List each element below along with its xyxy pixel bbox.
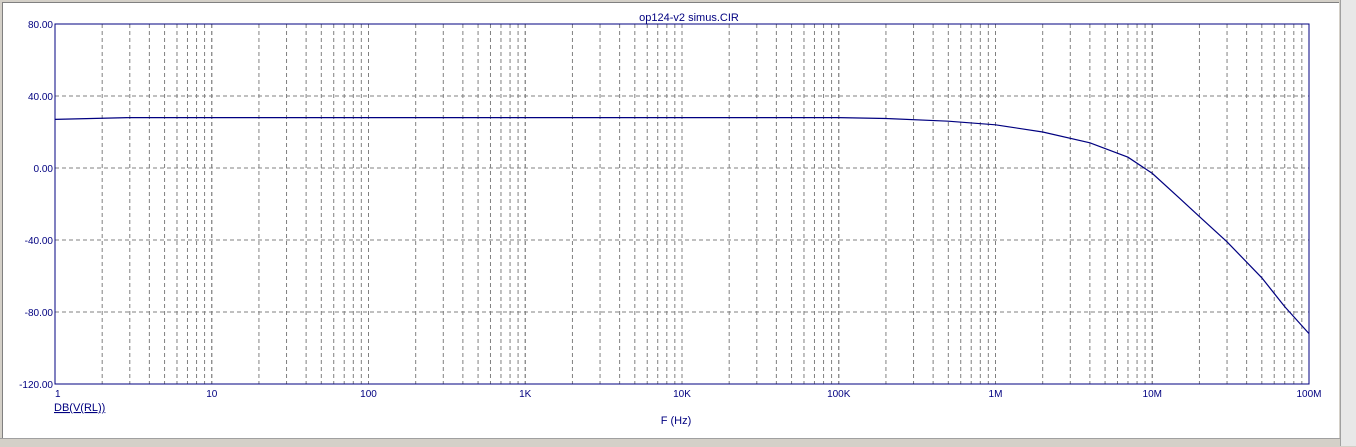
x-tick-label: 1M [989, 389, 1003, 400]
grid-lines [55, 24, 1309, 384]
y-tick-label: 0.00 [34, 164, 54, 175]
x-tick-label: 10M [1143, 389, 1162, 400]
x-tick-label: 10 [206, 389, 218, 400]
x-tick-label: 1 [55, 389, 61, 400]
series-legend-label[interactable]: DB(V(RL)) [54, 402, 105, 414]
tick-labels: 80.00 40.00 0.00 -40.00 -80.00 -120.001 10 100 1… [19, 20, 1321, 400]
x-tick-label: 100M [1296, 389, 1321, 400]
x-tick-label: 10K [673, 389, 691, 400]
y-tick-label: 80.00 [28, 20, 53, 31]
x-tick-label: 1K [519, 389, 532, 400]
bode-plot[interactable]: 80.00 40.00 0.00 -40.00 -80.00 -120.001 10 100 1… [3, 3, 1339, 439]
plot-frame [54, 23, 1310, 385]
x-tick-label: 100K [827, 389, 851, 400]
y-tick-label: -120.00 [19, 380, 53, 391]
app-window: 80.00 40.00 0.00 -40.00 -80.00 -120.00 1 10 100 1… [0, 0, 1356, 447]
x-tick-label: 100 [360, 389, 377, 400]
chart-title: op124-v2 simus.CIR [639, 12, 739, 24]
y-tick-label: 40.00 [28, 92, 53, 103]
x-axis-label: F (Hz) [661, 415, 692, 427]
y-tick-label: -40.00 [25, 236, 54, 247]
plot-panel[interactable]: 80.00 40.00 0.00 -40.00 -80.00 -120.00 1 10 100 1… [2, 2, 1339, 439]
plot-border [54, 23, 1310, 385]
scroll-edge [1340, 0, 1356, 446]
y-tick-label: -80.00 [25, 308, 54, 319]
